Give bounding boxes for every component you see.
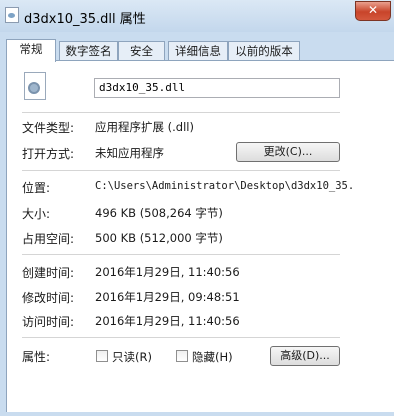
title-bar[interactable]: d3dx10_35.dll 属性 ✕ xyxy=(0,0,394,32)
hidden-checkbox[interactable] xyxy=(176,350,188,362)
accessed-value: 2016年1月29日, 11:40:56 xyxy=(95,314,240,328)
location-value: C:\Users\Administrator\Desktop\d3dx10_35… xyxy=(95,180,355,192)
hidden-label[interactable]: 隐藏(H) xyxy=(192,349,233,365)
attributes-label: 属性: xyxy=(22,350,51,364)
divider xyxy=(22,337,340,338)
window-bottom-edge xyxy=(0,412,394,416)
tab-security[interactable]: 安全 xyxy=(118,41,165,60)
file-icon xyxy=(5,7,19,23)
dll-file-icon xyxy=(24,72,46,100)
size-value: 496 KB (508,264 字节) xyxy=(95,206,223,220)
accessed-label: 访问时间: xyxy=(22,315,75,329)
close-icon: ✕ xyxy=(367,3,379,17)
readonly-label[interactable]: 只读(R) xyxy=(112,349,152,365)
change-button[interactable]: 更改(C)... xyxy=(236,142,340,162)
readonly-checkbox[interactable] xyxy=(96,350,108,362)
type-label: 文件类型: xyxy=(22,121,75,135)
created-value: 2016年1月29日, 11:40:56 xyxy=(95,265,240,279)
tab-general[interactable]: 常规 xyxy=(6,39,56,62)
location-label: 位置: xyxy=(22,181,51,195)
created-label: 创建时间: xyxy=(22,266,75,280)
tab-details[interactable]: 详细信息 xyxy=(168,41,228,60)
size-on-disk-label: 占用空间: xyxy=(22,232,75,246)
tab-previous-versions[interactable]: 以前的版本 xyxy=(228,41,300,60)
close-button[interactable]: ✕ xyxy=(355,1,391,21)
tab-digital-signatures[interactable]: 数字签名 xyxy=(59,41,118,60)
filename-field[interactable]: d3dx10_35.dll xyxy=(94,78,340,98)
modified-value: 2016年1月29日, 09:48:51 xyxy=(95,290,240,304)
divider xyxy=(22,170,340,171)
divider xyxy=(22,254,340,255)
gear-icon xyxy=(28,82,40,94)
divider xyxy=(22,112,340,113)
size-on-disk-value: 500 KB (512,000 字节) xyxy=(95,231,223,245)
advanced-button[interactable]: 高级(D)... xyxy=(270,346,340,366)
size-label: 大小: xyxy=(22,207,51,221)
type-value: 应用程序扩展 (.dll) xyxy=(95,120,194,134)
modified-label: 修改时间: xyxy=(22,291,75,305)
opens-with-label: 打开方式: xyxy=(22,147,75,161)
opens-with-value: 未知应用程序 xyxy=(95,146,164,160)
window-title: d3dx10_35.dll 属性 xyxy=(24,12,146,27)
